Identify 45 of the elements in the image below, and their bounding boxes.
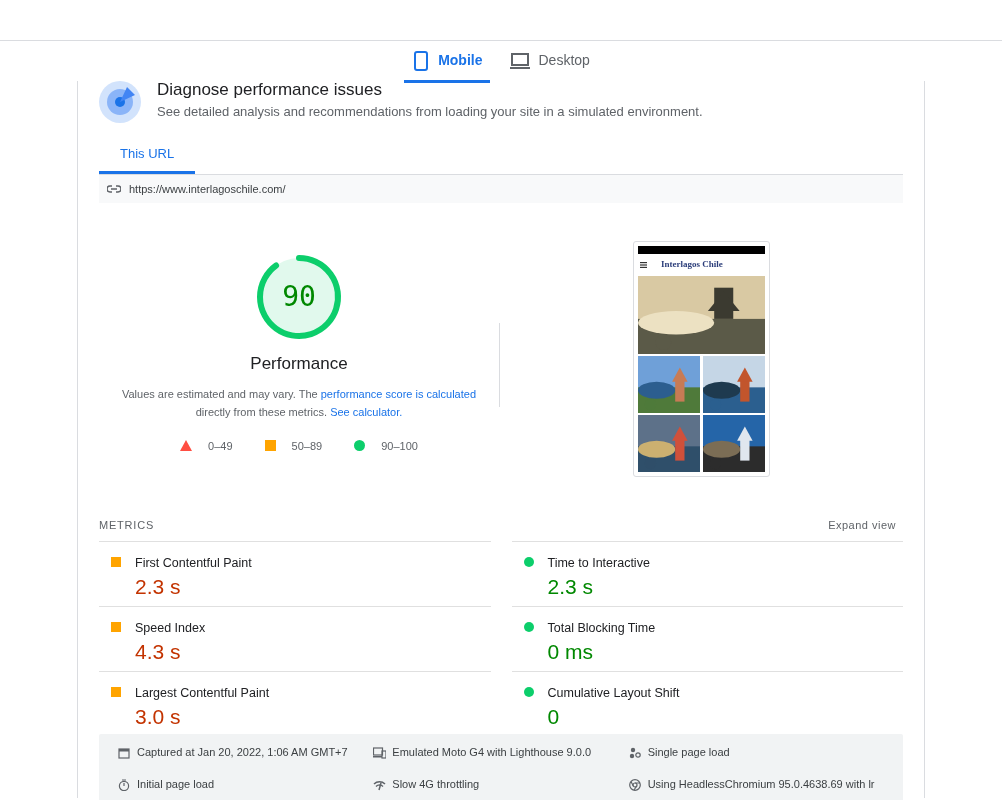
laptop-icon [510,50,531,71]
expand-view-button[interactable]: Expand view [828,516,896,534]
metric-name: Largest Contentful Paint [135,685,270,702]
legend-label: 50–89 [291,438,323,454]
metric-value: 0 ms [547,638,594,665]
menu-icon [640,262,647,268]
metric-value: 4.3 s [135,638,182,665]
section-description: See detailed analysis and recommendations from loading your site in a simulated environment. [157,103,703,121]
score-note: Values are estimated and may vary. The performance score is calculated directly from these metrics. See calculator. [122,386,476,420]
dots-icon [628,746,642,759]
phone-icon [412,50,431,71]
globe-icon [628,778,642,791]
run-info-text: Single page load [647,745,730,761]
timer-icon [118,778,131,791]
legend-label: 90–100 [381,438,418,454]
metric-value: 2.3 s [547,573,595,600]
link-icon [107,185,121,193]
run-info-text: Captured at Jan 20, 2022, 1:06 AM GMT+7 [137,745,348,761]
run-info-text: Emulated Moto G4 with Lighthouse 9.0.0 [392,745,592,761]
metric-value: 2.3 s [135,573,182,600]
metric-name: Time to Interactive [547,555,650,572]
target-icon [99,81,141,123]
metric-name: First Contentful Paint [135,555,252,572]
metrics-heading: METRICS [99,517,155,533]
run-info-text: Slow 4G throttling [392,777,480,793]
page-url: https://www.interlagoschile.com/ [129,181,286,197]
category-title: Performance [250,353,348,375]
device-tab[interactable]: Mobile [404,41,491,83]
metric-name: Total Blocking Time [547,620,656,637]
site-logo: Interlagos Chile [661,258,723,272]
metric-value: 3.0 s [135,703,182,730]
metric-value: 0 [547,703,561,730]
calendar-icon [118,746,131,759]
metric-name: Speed Index [135,620,206,637]
devices-icon [373,746,387,759]
legend-label: 0–49 [208,438,233,454]
run-info-text: Using HeadlessChromium 95.0.4638.69 with lr [647,777,875,793]
run-info-text: Initial page load [137,777,215,793]
section-title: Diagnose performance issues [157,81,383,99]
calculator-link[interactable]: See calculator. [330,405,403,418]
signal-icon [373,778,387,791]
calculation-link[interactable]: performance score is calculated [320,387,476,400]
metric-name: Cumulative Layout Shift [547,685,680,702]
device-tab[interactable]: Desktop [502,41,598,83]
score-value: 90 [281,279,317,315]
